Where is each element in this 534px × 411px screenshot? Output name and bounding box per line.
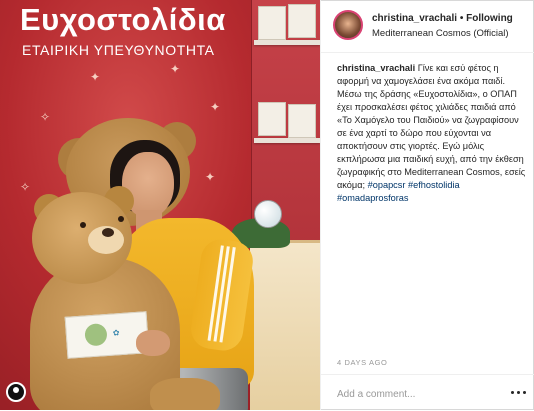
bear-eye [118, 216, 124, 222]
location-link[interactable]: Mediterranean Cosmos (Official) [372, 28, 509, 39]
post-details-panel: christina_vrachali • Following Mediterra… [320, 0, 534, 410]
bear-nose [102, 228, 114, 237]
shelf [254, 40, 320, 45]
brand-subtitle: ΕΤΑΙΡΙΚΗ ΥΠΕΥΘΥΝΟΤΗΤΑ [22, 42, 215, 58]
shelf-item [288, 104, 316, 138]
comment-input[interactable] [337, 387, 487, 401]
sparkle-icon: ✦ [205, 170, 216, 184]
hashtag-link[interactable]: #opapcsr [368, 180, 406, 190]
person-hand [136, 330, 170, 356]
sparkle-icon: ✦ [170, 62, 181, 76]
separator-dot: • [459, 13, 464, 24]
following-button[interactable]: Following [466, 13, 513, 24]
shelf-item [258, 102, 286, 136]
brand-title: Ευχοστολίδια [20, 2, 226, 37]
user-tag-icon[interactable] [6, 382, 26, 402]
caption-username-link[interactable]: christina_vrachali [337, 63, 415, 73]
hashtag-link[interactable]: #omadaprosforas [337, 193, 409, 203]
header-user-line: christina_vrachali • Following [372, 13, 513, 24]
sparkle-icon: ✧ [20, 180, 31, 194]
more-options-icon[interactable] [509, 383, 527, 401]
card-logo-mark: ✿ [112, 328, 120, 338]
counter [250, 240, 320, 410]
bear-leg [150, 378, 220, 410]
sparkle-icon: ✦ [90, 70, 101, 84]
post-header: christina_vrachali • Following Mediterra… [321, 0, 534, 53]
username-link[interactable]: christina_vrachali [372, 13, 457, 24]
bear-eye [80, 222, 86, 228]
shelf [254, 138, 320, 143]
avatar[interactable] [333, 10, 363, 40]
shelf-item [258, 6, 286, 40]
post-timestamp[interactable]: 4 DAYS AGO [337, 358, 387, 367]
comment-row [321, 374, 534, 411]
post-photo[interactable]: Ευχοστολίδια ΕΤΑΙΡΙΚΗ ΥΠΕΥΘΥΝΟΤΗΤΑ ✦ ✦ ✧… [0, 0, 320, 410]
shelf-item [288, 4, 316, 38]
post-caption: christina_vrachali Γίνε και εσύ φέτος η … [337, 62, 527, 205]
wish-card: ✿ [64, 311, 150, 359]
snow-globe [254, 200, 282, 228]
caption-text: Γίνε και εσύ φέτος η αφορμή να χαμογελάσ… [337, 63, 526, 190]
sparkle-icon: ✦ [210, 100, 221, 114]
sparkle-icon: ✧ [40, 110, 51, 124]
card-tree-logo [84, 323, 108, 347]
hashtag-link[interactable]: #efhostolidia [408, 180, 460, 190]
